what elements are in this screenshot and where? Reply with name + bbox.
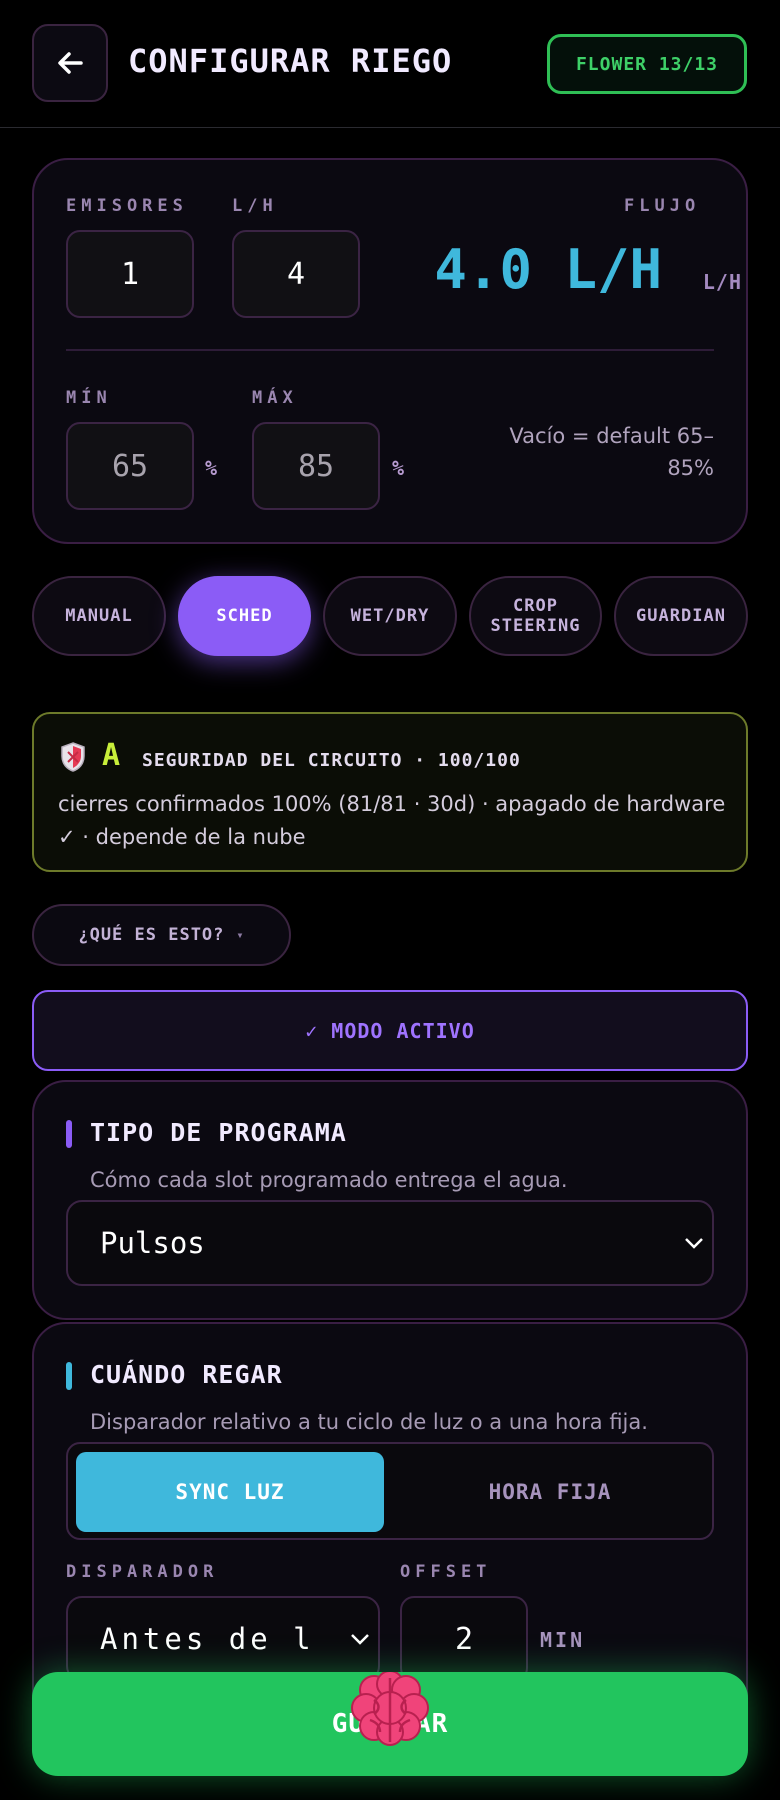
mode-tab-guardian[interactable]: GUARDIAN xyxy=(614,576,748,656)
trigger-mode-toggle: SYNC LUZ HORA FIJA xyxy=(66,1442,714,1540)
program-type-value: Pulsos xyxy=(100,1226,205,1260)
max-input[interactable]: 85 xyxy=(252,422,380,510)
card-divider xyxy=(66,349,714,351)
program-type-accent xyxy=(66,1120,72,1148)
min-unit: % xyxy=(205,456,219,480)
when-title: CUÁNDO REGAR xyxy=(90,1360,283,1389)
security-title: SEGURIDAD DEL CIRCUITO · 100/100 xyxy=(142,750,521,771)
what-is-this-button[interactable]: ¿QUÉ ES ESTO? ▾ xyxy=(32,904,291,966)
emitters-label: EMISORES xyxy=(66,196,188,216)
what-is-this-label: ¿QUÉ ES ESTO? xyxy=(78,925,225,945)
program-type-title: TIPO DE PROGRAMA xyxy=(90,1118,347,1147)
app-header: CONFIGURAR RIEGO FLOWER 13/13 xyxy=(0,0,780,128)
offset-unit: MIN xyxy=(540,1628,586,1652)
chevron-down-icon xyxy=(685,1238,703,1249)
offset-label: OFFSET xyxy=(400,1562,492,1582)
circuit-security-card: A SEGURIDAD DEL CIRCUITO · 100/100 cierr… xyxy=(32,712,748,872)
min-label: MÍN xyxy=(66,388,112,408)
mode-tab-wet-dry[interactable]: WET/DRY xyxy=(323,576,457,656)
mode-tab-manual[interactable]: MANUAL xyxy=(32,576,166,656)
flow-label: FLUJO xyxy=(624,196,701,216)
lh-input[interactable]: 4 xyxy=(232,230,360,318)
max-label: MÁX xyxy=(252,388,298,408)
chevron-down-icon xyxy=(351,1634,369,1645)
when-accent xyxy=(66,1362,72,1390)
security-grade: A xyxy=(102,738,122,773)
phase-badge: FLOWER 13/13 xyxy=(547,34,747,94)
brain-icon xyxy=(351,1672,429,1746)
trigger-select[interactable]: Antes de l xyxy=(66,1596,380,1682)
when-subtitle: Disparador relativo a tu ciclo de luz o … xyxy=(90,1410,648,1434)
trigger-label: DISPARADOR xyxy=(66,1562,219,1582)
program-type-subtitle: Cómo cada slot programado entrega el agu… xyxy=(90,1168,568,1192)
active-mode-banner: ✓ MODO ACTIVO xyxy=(32,990,748,1071)
trigger-value: Antes de l xyxy=(100,1622,315,1656)
program-type-select[interactable]: Pulsos xyxy=(66,1200,714,1286)
arrow-left-icon xyxy=(58,52,83,74)
shield-icon xyxy=(61,742,85,772)
lh-label: L/H xyxy=(232,196,278,216)
range-hint: Vacío = default 65–85% xyxy=(509,424,714,480)
min-input[interactable]: 65 xyxy=(66,422,194,510)
mode-tab-sched[interactable]: SCHED xyxy=(178,576,311,656)
flow-unit: L/H xyxy=(702,270,742,294)
flow-value: 4.0 L/H xyxy=(434,238,662,301)
back-button[interactable] xyxy=(32,24,108,102)
max-unit: % xyxy=(392,456,406,480)
offset-input[interactable]: 2 xyxy=(400,1596,528,1682)
emitters-input[interactable]: 1 xyxy=(66,230,194,318)
mode-tab-crop-steering[interactable]: CROP STEERING xyxy=(469,576,602,656)
sync-luz-option[interactable]: SYNC LUZ xyxy=(76,1452,384,1532)
page-title: CONFIGURAR RIEGO xyxy=(128,42,453,80)
security-details: cierres confirmados 100% (81/81 · 30d) ·… xyxy=(58,792,726,849)
hora-fija-option[interactable]: HORA FIJA xyxy=(392,1452,708,1532)
caret-down-icon: ▾ xyxy=(236,928,245,942)
